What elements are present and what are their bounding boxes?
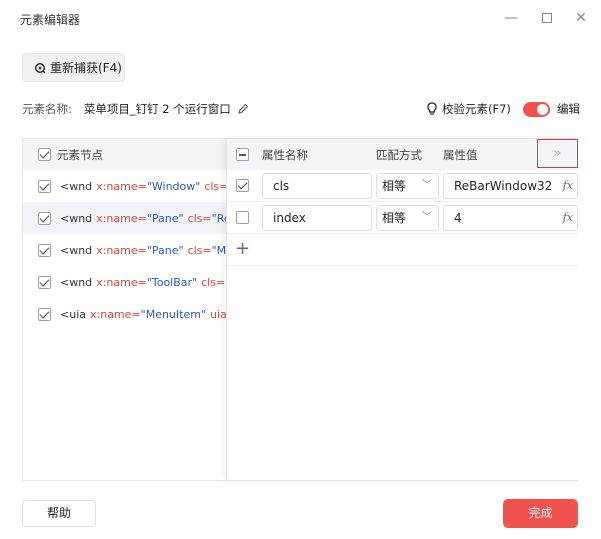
match-mode-value: 相等 [382,211,407,225]
node-checkbox[interactable] [38,211,51,225]
node-row[interactable]: <wndx:name="Pane"cls="MSTa [23,234,226,266]
minimize-button[interactable]: — [501,8,521,28]
node-checkbox[interactable] [38,307,51,321]
expand-panel-button[interactable]: » [537,139,578,168]
match-mode-value: 相等 [382,179,407,193]
node-tag: <wnd [60,275,93,289]
fx-icon[interactable]: fx [563,206,573,230]
node-attr-value: "ToolBar" [146,275,198,289]
column-header-name: 属性名称 [262,148,308,162]
node-attr-value: "ReBa [211,211,226,225]
help-button[interactable]: 帮助 [22,500,96,527]
verify-element-button[interactable]: 校验元素(F7) [426,101,511,117]
fx-icon[interactable]: fx [563,174,573,198]
node-attr-name: cls= [187,243,212,257]
node-list-title: 元素节点 [57,147,103,162]
node-attr-value: "Window" [146,179,201,193]
node-attr-name: cls= [187,211,212,225]
node-attr-name: uia-na [210,307,226,321]
node-tag: <wnd [60,211,93,225]
node-row[interactable]: <wndx:name="Pane"cls="ReBa [23,202,226,234]
recapture-button[interactable]: 重新捕获(F4) [22,53,125,82]
node-attr-value: "MSTa [211,243,226,257]
refresh-icon [34,62,46,73]
select-all-nodes-checkbox[interactable] [38,148,51,161]
chevron-down-icon: ﹀ [422,180,432,191]
node-row[interactable]: <wndx:name="ToolBar"cls="M [23,266,226,298]
attribute-value-text: 4 [454,211,462,225]
verify-label: 校验元素(F7) [442,102,511,116]
add-attribute-icon[interactable]: + [235,240,250,258]
attribute-checkbox[interactable] [236,211,249,224]
window-title: 元素编辑器 [20,13,81,27]
pencil-icon[interactable] [237,103,249,115]
attribute-value-input[interactable]: ReBarWindow32 fx [443,173,578,199]
node-row[interactable]: <wndx:name="Window"cls="Sh [23,170,226,202]
node-attr-name: x:name= [96,211,147,225]
attribute-row: index 相等 ﹀ 4 fx [227,202,578,234]
element-name-value: 菜单项目_钉钉 2 个运行窗口 [83,102,231,116]
edit-mode-toggle[interactable]: 编辑 [523,101,580,117]
node-checkbox[interactable] [38,275,51,289]
editor-panel: 元素节点 <wndx:name="Window"cls="Sh<wndx:nam… [22,138,578,481]
attribute-table-header: 属性名称 匹配方式 属性值 » [227,139,578,170]
edit-label: 编辑 [557,102,580,116]
select-all-attributes-checkbox[interactable] [236,148,249,161]
node-list-header: 元素节点 [23,139,226,170]
node-attr-value: "Pane" [146,243,184,257]
node-attr-name: cls= [201,275,226,289]
node-checkbox[interactable] [38,179,51,193]
add-attribute-row[interactable]: + [227,234,578,266]
node-attr-name: x:name= [96,243,147,257]
attribute-row: cls 相等 ﹀ ReBarWindow32 fx [227,170,578,202]
maximize-icon [542,13,552,23]
attribute-value-input[interactable]: 4 fx [443,205,578,231]
recapture-label: 重新捕获(F4) [50,61,122,75]
node-tag: <wnd [60,179,93,193]
toggle-switch[interactable] [523,101,550,117]
match-mode-select[interactable]: 相等 ﹀ [376,173,439,199]
title-bar: 元素编辑器 — ✕ [0,0,601,36]
element-name-row: 元素名称: 菜单项目_钉钉 2 个运行窗口 [22,101,249,117]
attribute-name-input[interactable]: index [262,205,372,231]
node-attr-value: "MenuItem" [140,307,207,321]
node-attr-value: "Pane" [146,211,184,225]
attribute-panel: 属性名称 匹配方式 属性值 » cls 相等 ﹀ ReBarWindow32 fx ind… [226,139,578,480]
done-button[interactable]: 完成 [503,499,578,528]
column-header-value: 属性值 [443,148,478,162]
node-attr-name: cls= [204,179,226,193]
element-node-list: 元素节点 <wndx:name="Window"cls="Sh<wndx:nam… [23,139,226,480]
node-tag: <wnd [60,243,93,257]
chevron-down-icon: ﹀ [422,212,432,223]
toggle-knob [537,103,548,115]
node-checkbox[interactable] [38,243,51,257]
attribute-checkbox[interactable] [236,179,249,192]
attribute-name-input[interactable]: cls [262,173,372,199]
node-attr-name: x:name= [96,179,147,193]
column-header-match: 匹配方式 [376,148,422,162]
node-attr-name: x:name= [96,275,147,289]
node-attr-name: x:name= [90,307,141,321]
maximize-button[interactable] [537,8,557,28]
match-mode-select[interactable]: 相等 ﹀ [376,205,439,231]
node-row[interactable]: <uia x:name="MenuItem"uia-na [23,298,226,330]
attribute-value-text: ReBarWindow32 [454,179,553,193]
close-button[interactable]: ✕ [571,8,591,28]
node-tag: <uia [60,307,86,321]
lightbulb-icon [427,102,437,115]
element-name-label: 元素名称: [22,102,72,116]
